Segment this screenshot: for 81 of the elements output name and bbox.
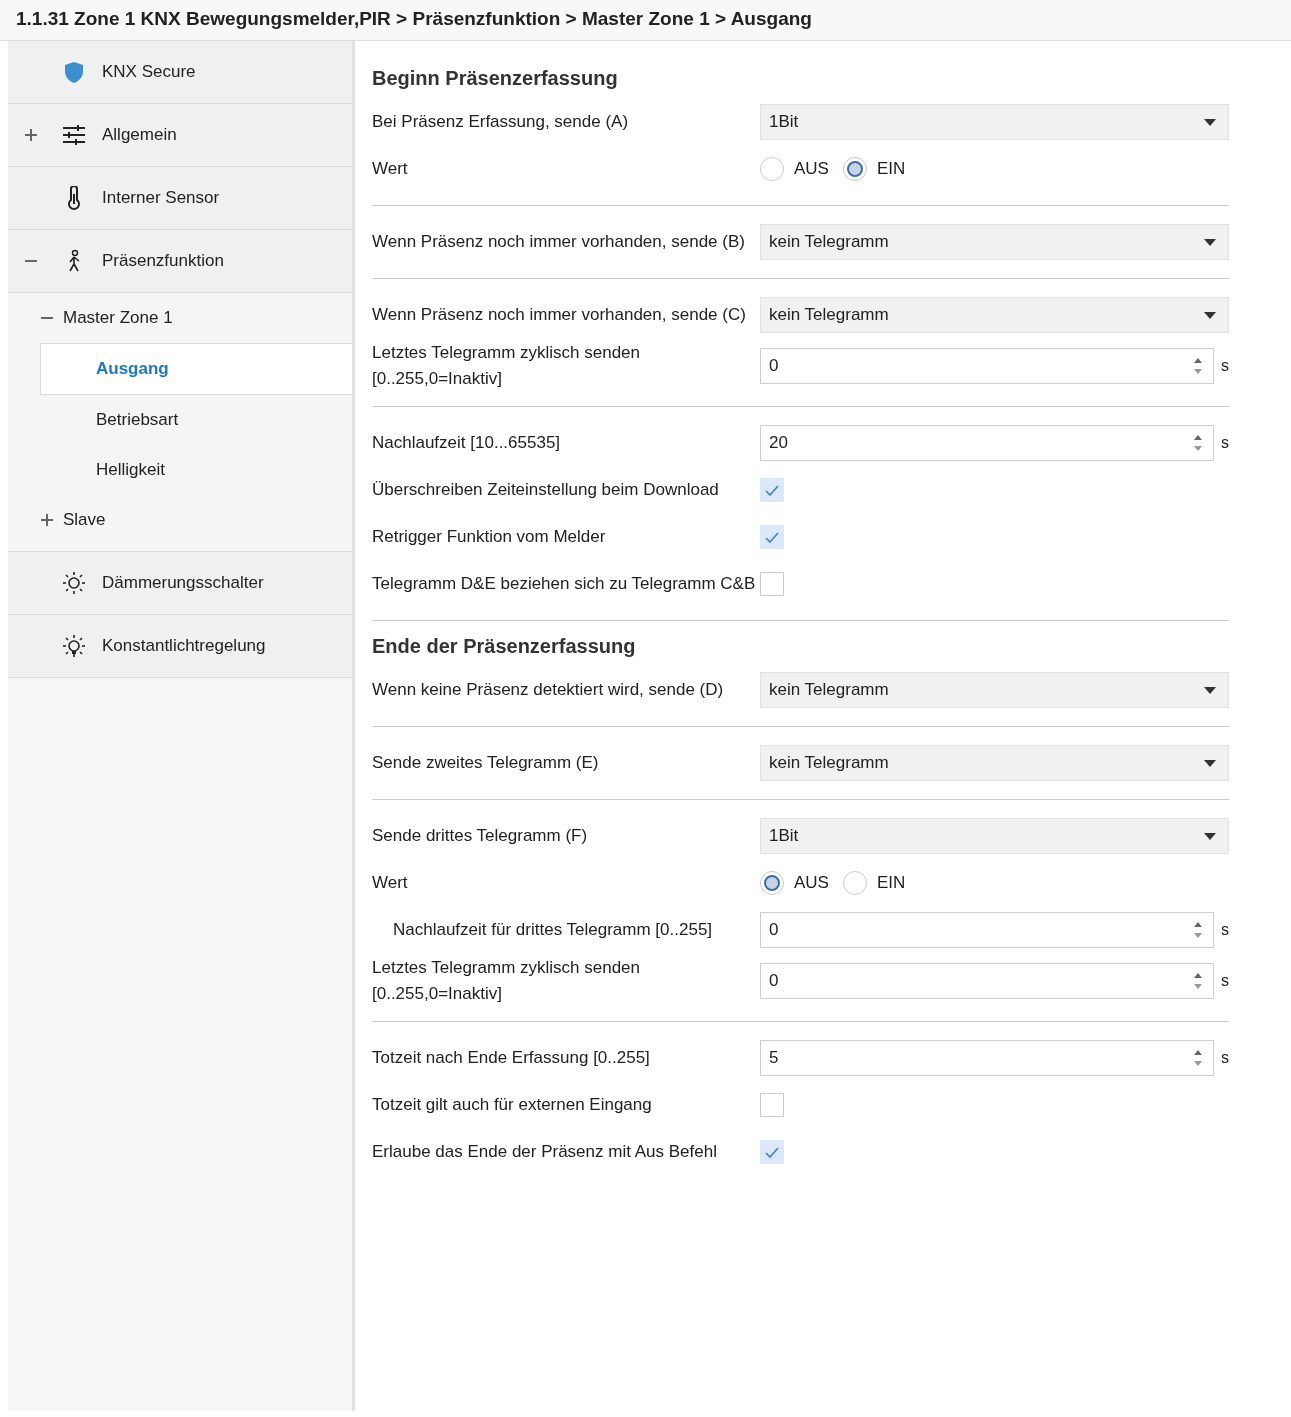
number-field[interactable]: 5 — [760, 1040, 1214, 1076]
sidebar-item[interactable]: Allgemein — [8, 104, 352, 167]
dropdown-caret-icon — [1204, 759, 1216, 767]
dropdown[interactable]: kein Telegramm — [760, 224, 1229, 260]
number-field[interactable]: 0 — [760, 963, 1214, 999]
sun-bulb-icon — [62, 634, 86, 658]
option-label: AUS — [794, 873, 829, 893]
checkbox[interactable] — [760, 478, 784, 502]
option-label: EIN — [876, 873, 906, 893]
sidebar-item[interactable]: Helligkeit — [8, 445, 352, 495]
checkmark-icon — [765, 531, 779, 543]
field-label: Überschreiben Zeiteinstellung beim Download — [372, 479, 720, 501]
sidebar-item[interactable]: Präsenzfunktion — [8, 230, 352, 293]
unit-label: s — [1220, 921, 1229, 939]
checkbox[interactable] — [760, 1093, 784, 1117]
spinner-icon[interactable] — [1193, 920, 1203, 940]
section-title: Beginn Präsenzerfassung — [372, 67, 619, 90]
option-label: EIN — [876, 159, 906, 179]
field-label: Sende zweites Telegramm (E) — [372, 752, 600, 774]
dropdown[interactable]: kein Telegramm — [760, 745, 1229, 781]
unit-label: s — [1220, 972, 1229, 990]
sidebar-item[interactable]: Slave — [8, 495, 352, 545]
checkbox[interactable] — [760, 572, 784, 596]
sliders-icon — [62, 123, 86, 147]
spinner-icon[interactable] — [1193, 1048, 1203, 1068]
dropdown[interactable]: 1Bit — [760, 818, 1229, 854]
radio-button[interactable] — [842, 871, 867, 895]
radio-button[interactable] — [760, 157, 784, 181]
checkbox[interactable] — [760, 1140, 784, 1164]
spinner-icon[interactable] — [1193, 971, 1203, 991]
dropdown[interactable]: 1Bit — [760, 104, 1229, 140]
field-label: Sende drittes Telegramm (F) — [372, 825, 589, 847]
spinner-icon[interactable] — [1193, 356, 1203, 376]
field-label: Telegramm D&E beziehen sich zu Telegramm C&B — [372, 573, 757, 595]
option-label: AUS — [794, 159, 829, 179]
dropdown-caret-icon — [1204, 118, 1216, 126]
field-label: Erlaube das Ende der Präsenz mit Aus Befehl — [372, 1141, 718, 1163]
sidebar-item[interactable]: Betriebsart — [8, 395, 352, 445]
unit-label: s — [1220, 357, 1229, 375]
dropdown[interactable]: kein Telegramm — [760, 297, 1229, 333]
radio-button[interactable] — [842, 157, 867, 181]
field-label: Wenn keine Präsenz detektiert wird, sende (D) — [372, 679, 725, 701]
sidebar-item[interactable]: Master Zone 1 — [8, 293, 352, 343]
dropdown-caret-icon — [1204, 832, 1216, 840]
expand-icon[interactable] — [40, 513, 54, 527]
field-label: Nachlaufzeit [10...65535] — [372, 432, 562, 454]
breadcrumb-title: 1.1.31 Zone 1 KNX Bewegungsmelder,PIR > Präsenzfunktion > Master Zone 1 > Ausgang — [0, 0, 1291, 41]
field-label: Wert — [372, 158, 409, 180]
dropdown-caret-icon — [1204, 238, 1216, 246]
dropdown[interactable]: kein Telegramm — [760, 672, 1229, 708]
field-label: Totzeit nach Ende Erfassung [0..255] — [372, 1047, 651, 1069]
shield-icon — [62, 60, 86, 84]
sidebar-item[interactable]: Konstantlichtregelung — [8, 615, 352, 678]
checkmark-icon — [765, 484, 779, 496]
field-label: Nachlaufzeit für drittes Telegramm [0..255] — [392, 919, 714, 941]
field-label: Letztes Telegramm zyklisch senden [0..255,0=Inaktiv] — [372, 957, 642, 1005]
number-field[interactable]: 20 — [760, 425, 1214, 461]
unit-label: s — [1220, 434, 1229, 452]
sidebar-item[interactable]: Dämmerungsschalter — [8, 552, 352, 615]
checkmark-icon — [765, 1146, 779, 1158]
dropdown-caret-icon — [1204, 686, 1216, 694]
checkbox[interactable] — [760, 525, 784, 549]
field-label: Letztes Telegramm zyklisch senden [0..255,0=Inaktiv] — [372, 342, 642, 390]
expand-icon[interactable] — [24, 128, 38, 142]
field-label: Totzeit gilt auch für externen Eingang — [372, 1094, 653, 1116]
sidebar-item[interactable]: Interner Sensor — [8, 167, 352, 230]
sidebar-item[interactable]: Ausgang — [40, 343, 352, 395]
sun-icon — [62, 571, 86, 595]
number-field[interactable]: 0 — [760, 912, 1214, 948]
dropdown-caret-icon — [1204, 311, 1216, 319]
field-label: Wenn Präsenz noch immer vorhanden, sende (C) — [372, 304, 747, 326]
spinner-icon[interactable] — [1193, 433, 1203, 453]
unit-label: s — [1220, 1049, 1229, 1067]
field-label: Wert — [372, 872, 409, 894]
section-title: Ende der Präsenzerfassung — [372, 635, 637, 658]
number-field[interactable]: 0 — [760, 348, 1214, 384]
field-label: Bei Präsenz Erfassung, sende (A) — [372, 111, 630, 133]
field-label: Wenn Präsenz noch immer vorhanden, sende (B) — [372, 231, 746, 253]
field-label: Retrigger Funktion vom Melder — [372, 526, 607, 548]
sidebar-item[interactable]: KNX Secure — [8, 41, 352, 104]
radio-button[interactable] — [760, 871, 784, 895]
